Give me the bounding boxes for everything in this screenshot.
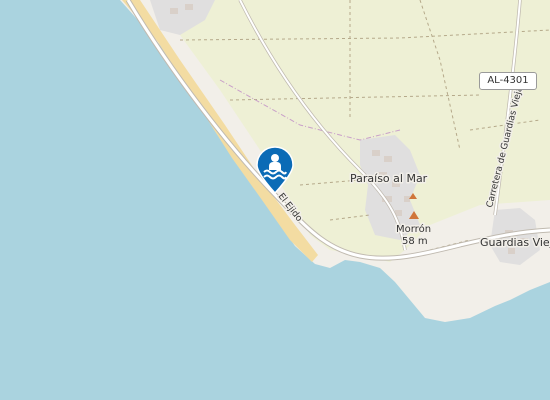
peak-elevation-label: 58 m	[402, 236, 428, 247]
beach-marker[interactable]	[255, 146, 295, 194]
peak-name-label: Morrón	[396, 223, 431, 235]
town-label-paraiso: Paraíso al Mar	[350, 172, 428, 185]
road-ref-shield: AL-4301	[479, 72, 537, 90]
map-canvas[interactable]: Paraíso al Mar Guardias Viejas Morrón 58…	[0, 0, 550, 400]
town-label-guardias: Guardias Viejas	[480, 236, 550, 249]
map-layer: Paraíso al Mar Guardias Viejas Morrón 58…	[120, 0, 550, 322]
swimming-icon	[256, 146, 294, 194]
